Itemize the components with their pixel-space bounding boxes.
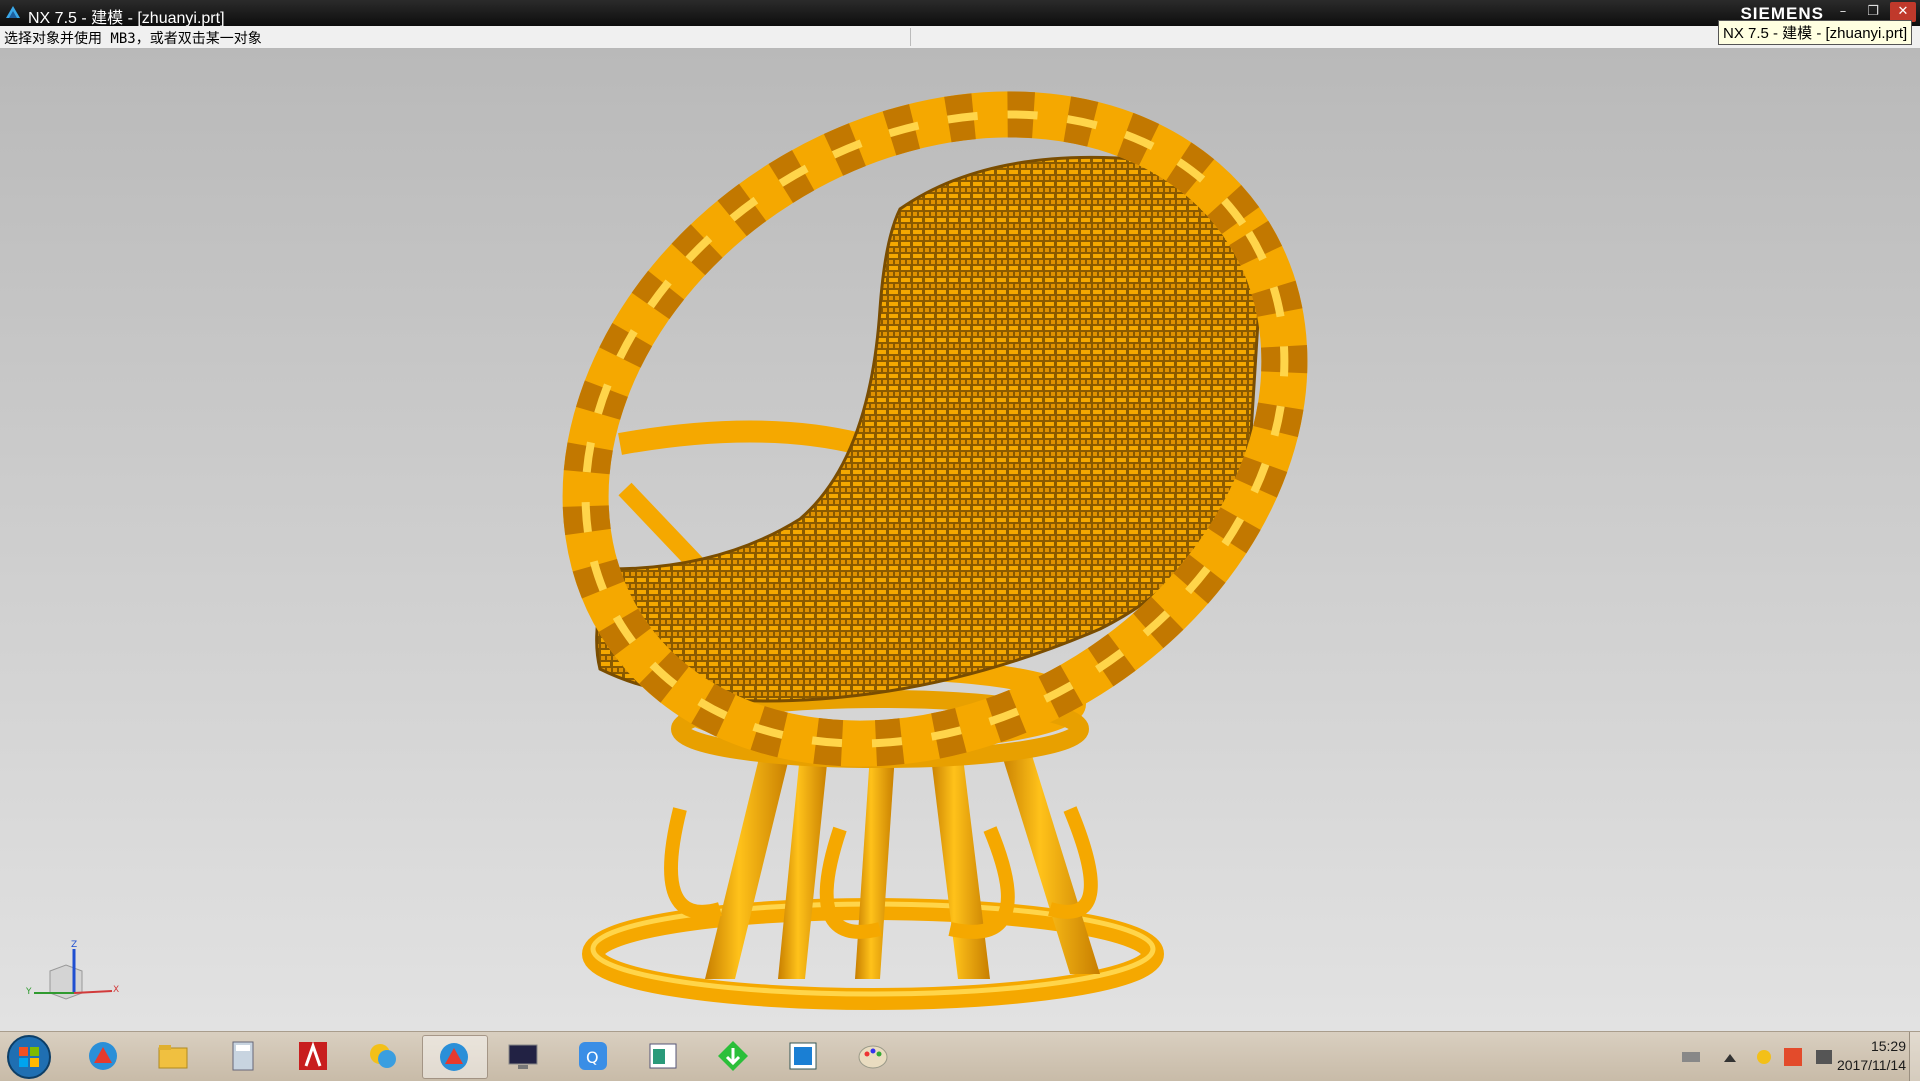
- taskbar-nx-app[interactable]: [72, 1035, 136, 1077]
- svg-text:Q: Q: [586, 1048, 599, 1067]
- armrest[interactable]: [618, 420, 863, 455]
- y-axis-label: Y: [25, 987, 32, 997]
- taskbar-calculator[interactable]: [212, 1035, 276, 1077]
- window-icon: [649, 1043, 677, 1069]
- rattan-chair-model[interactable]: [0, 49, 1920, 1031]
- input-icon: Q: [579, 1042, 607, 1070]
- folder-icon: [158, 1045, 188, 1069]
- calculator-icon: [232, 1041, 254, 1071]
- restore-button[interactable]: ❐: [1860, 2, 1886, 22]
- monitor-icon: [508, 1044, 538, 1069]
- nx-icon: [89, 1042, 117, 1070]
- chair-legs[interactable]: [705, 749, 1100, 979]
- prompt-bar: 选择对象并使用 MB3，或者双击某一对象: [0, 26, 1920, 49]
- prompt-text: 选择对象并使用 MB3，或者双击某一对象: [4, 31, 262, 47]
- palette-icon: [858, 1045, 888, 1069]
- taskbar-chat[interactable]: [352, 1035, 416, 1077]
- taskbar-clock[interactable]: 15:29 2017/11/14: [1796, 1037, 1906, 1075]
- prompt-divider: [910, 28, 911, 46]
- title-bar: NX 7.5 - 建模 - [zhuanyi.prt] SIEMENS – ❐ …: [0, 0, 1920, 27]
- keyboard-icon: [1682, 1052, 1700, 1062]
- minimize-button[interactable]: –: [1830, 2, 1856, 22]
- taskbar-paint[interactable]: [842, 1035, 906, 1077]
- close-button[interactable]: ✕: [1890, 2, 1916, 22]
- taskbar: Q 15:29 2017/11/14: [0, 1031, 1920, 1081]
- taskbar-input-method[interactable]: Q: [562, 1035, 626, 1077]
- tray-expand-icon: [1724, 1054, 1736, 1062]
- taskbar-blue-app[interactable]: [772, 1035, 836, 1077]
- autocad-icon: [299, 1041, 327, 1070]
- taskbar-terminal[interactable]: [492, 1035, 556, 1077]
- window-title: NX 7.5 - 建模 - [zhuanyi.prt]: [28, 10, 225, 27]
- chat-tray-icon: [1757, 1050, 1771, 1064]
- nx-icon: [440, 1043, 468, 1071]
- title-tooltip: NX 7.5 - 建模 - [zhuanyi.prt]: [1718, 20, 1913, 45]
- chat-icon: [370, 1044, 396, 1068]
- graphics-viewport[interactable]: Z X Y: [0, 49, 1920, 1031]
- download-icon: [718, 1041, 748, 1071]
- taskbar-viewer[interactable]: [632, 1035, 696, 1077]
- nx-app-icon: [6, 6, 20, 18]
- taskbar-explorer[interactable]: [142, 1035, 206, 1077]
- taskbar-nx-window[interactable]: [422, 1035, 488, 1079]
- z-axis-label: Z: [71, 940, 77, 950]
- wcs-triad: Z X Y: [25, 940, 119, 1000]
- square-icon: [789, 1042, 817, 1070]
- taskbar-download[interactable]: [702, 1035, 766, 1077]
- windows-orb-icon[interactable]: [6, 1034, 52, 1080]
- x-axis-label: X: [113, 985, 119, 995]
- clock-date: 2017/11/14: [1836, 1057, 1906, 1073]
- taskbar-autocad[interactable]: [282, 1035, 346, 1077]
- show-desktop-button[interactable]: [1909, 1032, 1920, 1081]
- clock-time: 15:29: [1870, 1038, 1906, 1054]
